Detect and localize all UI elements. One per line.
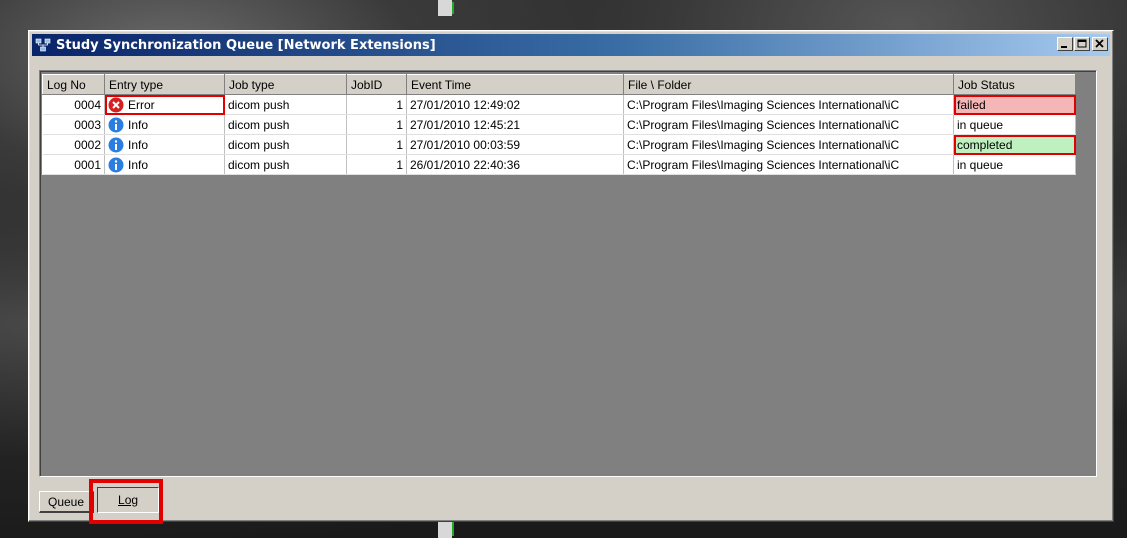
info-icon — [108, 157, 124, 172]
job-type-cell: dicom push — [224, 114, 347, 135]
maximize-button[interactable] — [1074, 37, 1090, 51]
job-type-cell: dicom push — [224, 134, 347, 155]
job-status-cell: failed — [953, 94, 1076, 115]
column-header-event-time[interactable]: Event Time — [406, 74, 624, 95]
network-icon — [35, 37, 51, 53]
file-folder-cell: C:\Program Files\Imaging Sciences Intern… — [623, 94, 954, 115]
table-row[interactable]: 0003 Info dicom push 1 27/01/2010 12:45:… — [42, 114, 1076, 135]
column-header-job-id[interactable]: JobID — [346, 74, 407, 95]
file-folder-cell: C:\Program Files\Imaging Sciences Intern… — [623, 114, 954, 135]
event-time-cell: 27/01/2010 12:45:21 — [406, 114, 624, 135]
minimize-icon — [1061, 46, 1067, 48]
tab-queue[interactable]: Queue — [39, 491, 95, 513]
minimize-button[interactable] — [1057, 37, 1073, 51]
log-no-cell: 0001 — [42, 154, 105, 175]
column-header-entry-type[interactable]: Entry type — [104, 74, 225, 95]
job-id-cell: 1 — [346, 134, 407, 155]
info-icon — [108, 117, 124, 132]
error-icon — [108, 97, 124, 112]
close-button[interactable] — [1092, 37, 1108, 51]
table-header-row: Log No Entry type Job type JobID Event T… — [42, 74, 1076, 95]
event-time-cell: 27/01/2010 12:49:02 — [406, 94, 624, 115]
table-row[interactable]: 0002 Info dicom push 1 27/01/2010 00:03:… — [42, 134, 1076, 155]
job-status-cell: completed — [953, 134, 1076, 155]
entry-type-cell: Info — [104, 134, 225, 155]
job-type-cell: dicom push — [224, 94, 347, 115]
close-icon — [1095, 39, 1104, 48]
log-no-cell: 0002 — [42, 134, 105, 155]
log-table: Log No Entry type Job type JobID Event T… — [42, 74, 1076, 175]
highlight-box — [89, 479, 164, 524]
column-header-job-status[interactable]: Job Status — [953, 74, 1076, 95]
log-no-cell: 0003 — [42, 114, 105, 135]
ruler-mark — [452, 2, 454, 14]
job-status-cell: in queue — [953, 114, 1076, 135]
column-header-file-folder[interactable]: File \ Folder — [623, 74, 954, 95]
table-row[interactable]: 0001 Info dicom push 1 26/01/2010 22:40:… — [42, 154, 1076, 175]
log-list-panel[interactable]: Log No Entry type Job type JobID Event T… — [39, 70, 1097, 477]
maximize-icon — [1077, 39, 1087, 48]
event-time-cell: 26/01/2010 22:40:36 — [406, 154, 624, 175]
entry-type-label: Error — [128, 97, 155, 112]
title-bar[interactable]: Study Synchronization Queue [Network Ext… — [32, 34, 1110, 56]
entry-type-label: Info — [128, 117, 149, 132]
job-id-cell: 1 — [346, 94, 407, 115]
image-divider — [438, 0, 452, 16]
event-time-cell: 27/01/2010 00:03:59 — [406, 134, 624, 155]
job-status-cell: in queue — [953, 154, 1076, 175]
info-icon — [108, 137, 124, 152]
table-row[interactable]: 0004 Error dicom push 1 27/01/2010 12:49… — [42, 94, 1076, 115]
file-folder-cell: C:\Program Files\Imaging Sciences Intern… — [623, 154, 954, 175]
entry-type-label: Info — [128, 137, 149, 152]
file-folder-cell: C:\Program Files\Imaging Sciences Intern… — [623, 134, 954, 155]
entry-type-cell: Info — [104, 154, 225, 175]
entry-type-label: Info — [128, 157, 149, 172]
queue-window: Study Synchronization Queue [Network Ext… — [28, 30, 1114, 524]
entry-type-cell: Error — [104, 94, 225, 115]
column-header-job-type[interactable]: Job type — [224, 74, 347, 95]
tab-strip: Queue Log — [39, 479, 164, 524]
window-title: Study Synchronization Queue [Network Ext… — [56, 37, 436, 53]
job-id-cell: 1 — [346, 114, 407, 135]
job-type-cell: dicom push — [224, 154, 347, 175]
entry-type-cell: Info — [104, 114, 225, 135]
ruler-mark — [452, 522, 454, 536]
image-divider — [438, 520, 452, 538]
column-header-log-no[interactable]: Log No — [42, 74, 105, 95]
job-id-cell: 1 — [346, 154, 407, 175]
log-no-cell: 0004 — [42, 94, 105, 115]
